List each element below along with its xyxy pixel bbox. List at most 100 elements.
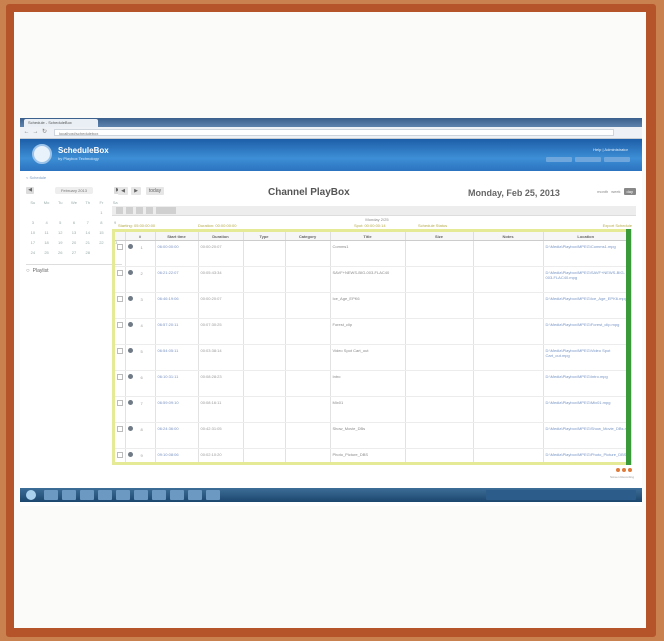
view-day-button[interactable]: day: [623, 188, 636, 195]
table-row[interactable]: 9 09:10:08:06 00:02:10:20 Photo_Picture_DBS…: [115, 448, 629, 462]
prev-day-button[interactable]: ◀: [118, 187, 128, 195]
calendar-day[interactable]: 7: [81, 220, 95, 226]
play-icon[interactable]: [127, 426, 133, 431]
table-row[interactable]: 4 06:57:20:11 00:07:30:25 Forest_clip D:\Med…: [115, 318, 629, 345]
breadcrumb[interactable]: < Schedule: [26, 175, 46, 180]
taskbar-app-icon[interactable]: [116, 490, 130, 500]
calendar-day[interactable]: 25: [40, 250, 54, 256]
calendar-day[interactable]: 27: [67, 250, 81, 256]
taskbar-app-icon[interactable]: [62, 490, 76, 500]
calendar-day[interactable]: 21: [81, 240, 95, 246]
calendar-day[interactable]: 3: [26, 220, 40, 226]
column-header[interactable]: Notes: [473, 232, 544, 241]
options-icon[interactable]: [156, 207, 176, 214]
calendar-day[interactable]: 22: [95, 240, 109, 246]
calendar-day[interactable]: 24: [26, 250, 40, 256]
calendar-day[interactable]: 8: [95, 220, 109, 226]
taskbar-app-icon[interactable]: [170, 490, 184, 500]
play-icon[interactable]: [127, 270, 133, 275]
row-checkbox[interactable]: [117, 296, 123, 302]
calendar-day[interactable]: 28: [81, 250, 95, 256]
column-header[interactable]: Category: [285, 232, 331, 241]
calendar-day[interactable]: 19: [53, 240, 67, 246]
row-checkbox[interactable]: [117, 426, 123, 432]
column-header[interactable]: #: [125, 232, 156, 241]
header-button[interactable]: [546, 157, 572, 162]
user-links[interactable]: Help | Administrator: [593, 147, 628, 152]
view-month-button[interactable]: month: [597, 189, 608, 194]
calendar-day[interactable]: 17: [26, 240, 40, 246]
calendar-day[interactable]: 5: [53, 220, 67, 226]
header-button[interactable]: [575, 157, 601, 162]
table-row[interactable]: 7 06:59:09:10 00:08:16:11 Mix01 D:\Media\Pla…: [115, 396, 629, 423]
table-row[interactable]: 6 06:10:31:11 00:08:28:23 Intro D:\Media\Pla…: [115, 370, 629, 397]
table-row[interactable]: 2 06:21:22:07 00:05:43:34 SAVF+NEWS-BIG-003…: [115, 266, 629, 293]
start-orb-icon[interactable]: [26, 490, 36, 500]
row-checkbox[interactable]: [117, 452, 123, 458]
forward-icon[interactable]: →: [32, 129, 39, 136]
delete-icon[interactable]: [136, 207, 143, 214]
table-row[interactable]: 8 06:24:36:00 00:42:31:05 Show_Movie_DBs D:\…: [115, 422, 629, 449]
column-header[interactable]: Duration: [198, 232, 244, 241]
taskbar-app-icon[interactable]: [206, 490, 220, 500]
row-checkbox[interactable]: [117, 270, 123, 276]
next-day-button[interactable]: ▶: [131, 187, 141, 195]
play-icon[interactable]: [127, 244, 133, 249]
calendar-day[interactable]: 14: [81, 230, 95, 236]
calendar-day[interactable]: 15: [95, 230, 109, 236]
play-icon[interactable]: [127, 296, 133, 301]
url-input[interactable]: localhost/schedulebox: [54, 129, 614, 136]
taskbar-app-icon[interactable]: [188, 490, 202, 500]
column-header[interactable]: Size: [405, 232, 474, 241]
table-row[interactable]: 3 06:46:19:06 00:00:20:07 Ice_Age_EPK6 D:\Me…: [115, 292, 629, 319]
play-icon[interactable]: [127, 400, 133, 405]
row-checkbox[interactable]: [117, 348, 123, 354]
column-header[interactable]: Type: [243, 232, 286, 241]
back-icon[interactable]: ←: [23, 129, 30, 136]
table-scrollbar[interactable]: [626, 229, 631, 465]
row-checkbox[interactable]: [117, 374, 123, 380]
edit-icon[interactable]: [126, 207, 133, 214]
row-checkbox[interactable]: [117, 244, 123, 250]
calendar-day[interactable]: 20: [67, 240, 81, 246]
calendar-day[interactable]: 1: [95, 210, 109, 216]
copy-icon[interactable]: [146, 207, 153, 214]
table-row[interactable]: 5 06:54:05:11 00:03:38:14 Video Spot Cart_o…: [115, 344, 629, 371]
reload-icon[interactable]: ↻: [41, 129, 48, 136]
today-button[interactable]: today: [146, 187, 164, 195]
taskbar-app-icon[interactable]: [44, 490, 58, 500]
taskbar-app-icon[interactable]: [80, 490, 94, 500]
schedule-status-link[interactable]: Schedule Status: [418, 223, 447, 228]
row-checkbox[interactable]: [117, 322, 123, 328]
header-button[interactable]: [604, 157, 630, 162]
column-header[interactable]: [115, 232, 126, 241]
column-header[interactable]: Location: [543, 232, 629, 241]
calendar-day[interactable]: 6: [67, 220, 81, 226]
table-row[interactable]: 1 06:00:00:00 00:00:20:07 Comms1 D:\Media\Pl…: [115, 240, 629, 267]
calendar-day[interactable]: 13: [67, 230, 81, 236]
calendar-day[interactable]: 10: [26, 230, 40, 236]
row-checkbox[interactable]: [117, 400, 123, 406]
taskbar-app-icon[interactable]: [134, 490, 148, 500]
view-week-button[interactable]: week: [611, 189, 620, 194]
play-icon[interactable]: [127, 374, 133, 379]
browser-tab[interactable]: Schedule - ScheduleBox: [24, 119, 98, 127]
calendar-day[interactable]: 12: [53, 230, 67, 236]
taskbar-app-icon[interactable]: [152, 490, 166, 500]
calendar-prev-icon[interactable]: ◀: [26, 187, 34, 194]
play-icon[interactable]: [127, 348, 133, 353]
export-schedule-link[interactable]: Export Schedule: [603, 223, 632, 228]
calendar-day[interactable]: 4: [40, 220, 54, 226]
taskbar-app-icon[interactable]: [98, 490, 112, 500]
playlist-item[interactable]: ○ Playlist: [26, 264, 122, 274]
calendar-month-label[interactable]: February 2013: [54, 187, 93, 194]
calendar-day[interactable]: 11: [40, 230, 54, 236]
play-icon[interactable]: [127, 452, 133, 457]
cell-location: D:\Media\Playbox\MPEG\Intro.mpg: [543, 370, 629, 397]
column-header[interactable]: Title: [330, 232, 406, 241]
calendar-day[interactable]: 18: [40, 240, 54, 246]
play-icon[interactable]: [127, 322, 133, 327]
calendar-day[interactable]: 26: [53, 250, 67, 256]
add-icon[interactable]: [116, 207, 123, 214]
column-header[interactable]: Start time: [155, 232, 199, 241]
